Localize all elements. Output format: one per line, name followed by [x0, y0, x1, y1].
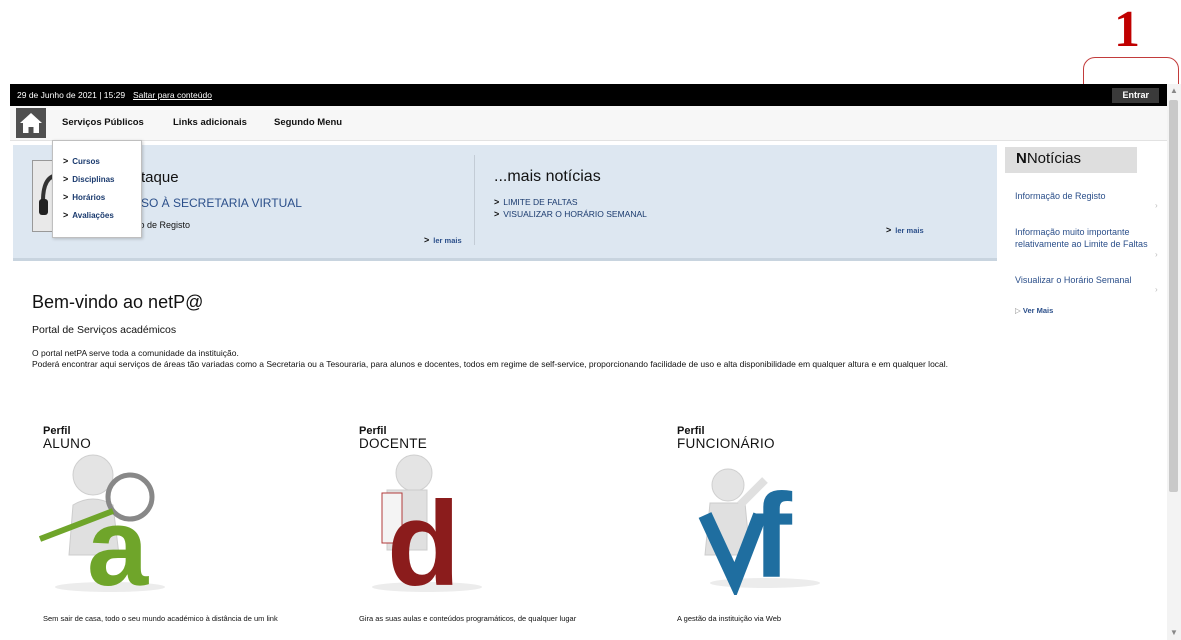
- chevron-right-icon: ›: [1155, 285, 1158, 294]
- home-button[interactable]: [16, 108, 46, 138]
- chevron-right-icon: >: [63, 174, 69, 184]
- news-item[interactable]: Informação muito importante relativament…: [1015, 226, 1150, 250]
- welcome-subtitle: Portal de Serviços académicos: [32, 324, 177, 336]
- chevron-right-icon: >: [63, 156, 69, 166]
- annotation-number: 1: [1114, 1, 1140, 58]
- profile-docente-image[interactable]: d: [352, 445, 502, 611]
- profile-letter: d: [387, 477, 460, 595]
- welcome-title: Bem-vindo ao netP@: [32, 292, 204, 312]
- nav-servicos-publicos[interactable]: Serviços Públicos: [62, 117, 144, 128]
- highlight-read-more[interactable]: > ler mais: [424, 235, 462, 245]
- more-news-read-more[interactable]: > ler mais: [886, 225, 924, 235]
- profile-docente-caption: Gira as suas aulas e conteúdos programát…: [359, 614, 577, 623]
- profile-letter: a: [87, 486, 149, 595]
- play-arrow-icon: ▷: [1015, 306, 1023, 315]
- profile-letter: f: [752, 469, 793, 595]
- dropdown-item-horarios[interactable]: > Horários: [63, 192, 105, 202]
- welcome-description: O portal netPA serve toda a comunidade d…: [32, 348, 949, 369]
- scroll-down-icon[interactable]: ▼: [1169, 628, 1179, 638]
- more-news-item[interactable]: > VISUALIZAR O HORÁRIO SEMANAL: [494, 209, 647, 219]
- top-bar: 29 de Junho de 2021 | 15:29 Saltar para …: [10, 84, 1167, 106]
- profile-funcionario-caption: A gestão da instituição via Web: [677, 614, 782, 623]
- skip-to-content-link[interactable]: Saltar para conteúdo: [133, 90, 212, 100]
- profile-aluno-image[interactable]: a: [35, 445, 185, 609]
- dropdown-item-cursos[interactable]: > Cursos: [63, 156, 100, 166]
- highlight-link[interactable]: SO À SECRETARIA VIRTUAL: [141, 196, 302, 210]
- dropdown-item-avaliacoes[interactable]: > Avaliações: [63, 210, 114, 220]
- chevron-right-icon: >: [63, 192, 69, 202]
- nav-links-adicionais[interactable]: Links adicionais: [173, 117, 247, 128]
- chevron-right-icon: ›: [1155, 201, 1158, 210]
- more-news-item[interactable]: > LIMITE DE FALTAS: [494, 197, 578, 207]
- chevron-right-icon: >: [886, 225, 892, 235]
- news-panel-title: NNotícias: [1016, 150, 1082, 167]
- dropdown-item-disciplinas[interactable]: > Disciplinas: [63, 174, 115, 184]
- profile-aluno-caption: Sem sair de casa, todo o seu mundo acadé…: [43, 614, 278, 623]
- highlight-title: taque: [141, 169, 179, 186]
- band-divider: [474, 155, 475, 245]
- services-dropdown-menu: [52, 140, 142, 238]
- scroll-thumb[interactable]: [1169, 100, 1178, 492]
- chevron-right-icon: >: [424, 235, 430, 245]
- see-more-news-link[interactable]: ▷ Ver Mais: [1015, 306, 1053, 315]
- chevron-right-icon: >: [63, 210, 69, 220]
- nav-segundo-menu[interactable]: Segundo Menu: [274, 117, 342, 128]
- scroll-up-icon[interactable]: ▲: [1169, 86, 1179, 96]
- chevron-right-icon: >: [494, 209, 500, 219]
- news-item[interactable]: Visualizar o Horário Semanal: [1015, 274, 1150, 286]
- chevron-right-icon: >: [494, 197, 500, 207]
- chevron-right-icon: ›: [1155, 250, 1158, 259]
- news-item[interactable]: Informação de Registo: [1015, 190, 1150, 202]
- home-icon: [20, 113, 42, 133]
- profile-funcionario-image[interactable]: f: [690, 445, 840, 603]
- login-button[interactable]: Entrar: [1112, 88, 1159, 103]
- more-news-title: ...mais notícias: [494, 168, 601, 185]
- date-time: 29 de Junho de 2021 | 15:29: [17, 90, 126, 100]
